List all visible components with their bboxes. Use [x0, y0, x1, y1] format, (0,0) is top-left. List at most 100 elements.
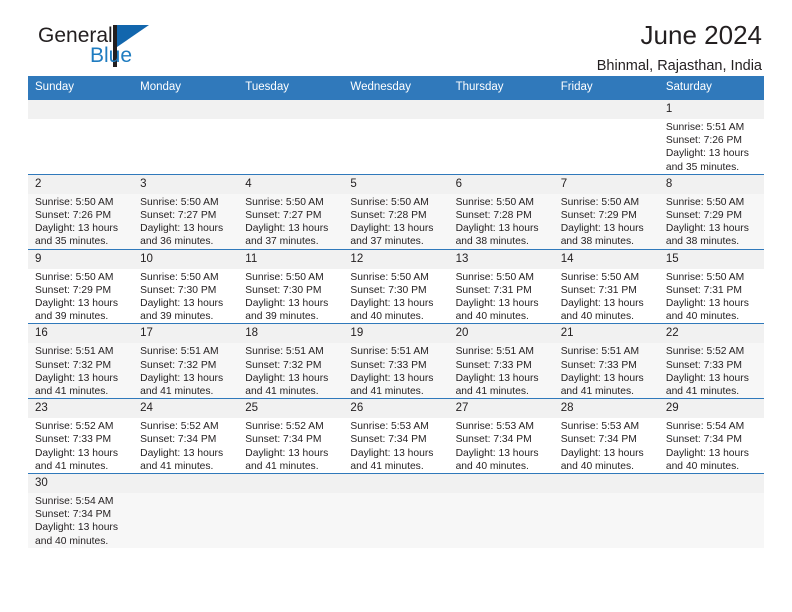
day-number: 25: [238, 399, 344, 419]
calendar-day-cell[interactable]: 18 Sunrise: 5:51 AM Sunset: 7:32 PM Dayligh…: [238, 323, 344, 399]
day-sun-info-line: Sunset: 7:30 PM: [140, 284, 217, 296]
day-sun-info-line: Sunset: 7:34 PM: [560, 434, 637, 446]
calendar-day-cell[interactable]: 19 Sunrise: 5:51 AM Sunset: 7:33 PM Dayligh…: [343, 323, 449, 399]
day-sun-info-line: and 41 minutes.: [665, 386, 740, 398]
page-title: June 2024: [640, 20, 762, 50]
calendar-day-cell[interactable]: 30 Sunrise: 5:54 AM Sunset: 7:34 PM Dayligh…: [28, 473, 134, 548]
day-sun-info-line: Daylight: 13 hours: [560, 372, 644, 384]
day-sun-info-line: Sunrise: 5:51 AM: [455, 346, 534, 358]
day-sun-info-line: Daylight: 13 hours: [455, 298, 539, 310]
day-sun-info-line: Daylight: 13 hours: [455, 223, 539, 235]
day-sun-info: Sunrise: 5:53 AM Sunset: 7:34 PM Daylight:…: [343, 418, 448, 473]
day-sun-info: Sunrise: 5:53 AM Sunset: 7:34 PM Daylight:…: [554, 418, 659, 473]
calendar-day-cell[interactable]: 11 Sunrise: 5:50 AM Sunset: 7:30 PM Dayligh…: [238, 248, 344, 324]
weekday-header-monday: Monday: [133, 76, 239, 100]
day-number: 11: [238, 249, 344, 269]
day-sun-info-line: Daylight: 13 hours: [35, 372, 118, 384]
day-sun-info-line: Sunrise: 5:51 AM: [140, 346, 219, 358]
calendar-day-cell[interactable]: 4 Sunrise: 5:50 AM Sunset: 7:27 PM Daylight…: [238, 173, 344, 250]
day-sun-info-line: Daylight: 13 hours: [245, 447, 329, 459]
day-sun-info-line: Daylight: 13 hours: [140, 372, 224, 384]
general-blue-logo: General Blue: [28, 22, 158, 72]
day-sun-info-line: Sunset: 7:34 PM: [140, 434, 217, 446]
day-sun-info-line: Sunrise: 5:50 AM: [350, 196, 429, 208]
calendar-day-cell[interactable]: 27 Sunrise: 5:53 AM Sunset: 7:34 PM Dayligh…: [448, 398, 554, 474]
calendar-day-cell[interactable]: 20 Sunrise: 5:51 AM Sunset: 7:33 PM Dayligh…: [448, 323, 554, 399]
day-number: 1: [658, 100, 764, 119]
day-sun-info: Sunrise: 5:50 AM Sunset: 7:29 PM Daylight:…: [554, 194, 659, 249]
calendar-empty-cell: [238, 473, 344, 548]
calendar-day-cell[interactable]: 3 Sunrise: 5:50 AM Sunset: 7:27 PM Daylight…: [133, 173, 239, 250]
day-sun-info-line: Daylight: 13 hours: [665, 298, 749, 310]
calendar-day-cell[interactable]: 22 Sunrise: 5:52 AM Sunset: 7:33 PM Dayligh…: [658, 323, 764, 399]
calendar-day-cell[interactable]: 25 Sunrise: 5:52 AM Sunset: 7:34 PM Dayligh…: [238, 398, 344, 474]
day-sun-info-line: Sunrise: 5:53 AM: [350, 421, 429, 433]
day-sun-info: Sunrise: 5:51 AM Sunset: 7:26 PM Daylight:…: [659, 119, 764, 174]
day-sun-info-line: and 41 minutes.: [350, 386, 424, 398]
day-sun-info-line: Sunrise: 5:53 AM: [455, 421, 534, 433]
day-sun-info-line: Daylight: 13 hours: [350, 447, 434, 459]
day-sun-info-line: Sunrise: 5:51 AM: [35, 346, 114, 358]
calendar-day-cell[interactable]: 29 Sunrise: 5:54 AM Sunset: 7:34 PM Dayligh…: [658, 398, 764, 474]
calendar-empty-cell: [448, 473, 554, 548]
page-subtitle: Bhinmal, Rajasthan, India: [596, 58, 762, 75]
calendar-day-cell[interactable]: 26 Sunrise: 5:53 AM Sunset: 7:34 PM Dayligh…: [343, 398, 449, 474]
day-sun-info-line: Sunset: 7:34 PM: [665, 434, 742, 446]
calendar-week-row: 1 Sunrise: 5:51 AM Sunset: 7:26 PM Daylight…: [28, 99, 764, 175]
day-sun-info-line: Daylight: 13 hours: [140, 447, 224, 459]
weekday-header-wednesday: Wednesday: [343, 76, 449, 100]
day-sun-info-line: Daylight: 13 hours: [350, 298, 434, 310]
day-sun-info-line: and 40 minutes.: [560, 311, 634, 323]
day-sun-info-line: Sunrise: 5:52 AM: [140, 421, 219, 433]
day-number: [553, 474, 659, 494]
weekday-header-friday: Friday: [553, 76, 659, 100]
day-sun-info-line: Sunset: 7:31 PM: [455, 284, 532, 296]
weekday-header-thursday: Thursday: [448, 76, 554, 100]
day-number: 5: [343, 174, 449, 194]
day-number: 12: [343, 249, 449, 269]
calendar-day-cell[interactable]: 24 Sunrise: 5:52 AM Sunset: 7:34 PM Dayligh…: [133, 398, 239, 474]
day-sun-info-line: Sunset: 7:29 PM: [560, 210, 637, 222]
calendar-day-cell[interactable]: 28 Sunrise: 5:53 AM Sunset: 7:34 PM Dayligh…: [553, 398, 659, 474]
day-sun-info-line: Sunset: 7:29 PM: [35, 284, 112, 296]
day-number: 15: [658, 249, 764, 269]
calendar-day-cell[interactable]: 10 Sunrise: 5:50 AM Sunset: 7:30 PM Dayligh…: [133, 248, 239, 324]
day-sun-info-line: and 40 minutes.: [455, 311, 529, 323]
day-sun-info-line: and 37 minutes.: [350, 236, 424, 248]
day-sun-info-line: and 40 minutes.: [455, 460, 529, 472]
day-sun-info: Sunrise: 5:50 AM Sunset: 7:29 PM Daylight:…: [659, 194, 764, 249]
day-sun-info-line: and 39 minutes.: [245, 311, 319, 323]
calendar-day-cell[interactable]: 5 Sunrise: 5:50 AM Sunset: 7:28 PM Daylight…: [343, 173, 449, 250]
title-block: June 2024 Bhinmal, Rajasthan, India: [596, 20, 764, 75]
calendar-day-cell[interactable]: 13 Sunrise: 5:50 AM Sunset: 7:31 PM Dayligh…: [448, 248, 554, 324]
day-number: [553, 100, 659, 119]
calendar-day-cell[interactable]: 14 Sunrise: 5:50 AM Sunset: 7:31 PM Dayligh…: [553, 248, 659, 324]
day-sun-info: Sunrise: 5:51 AM Sunset: 7:33 PM Daylight:…: [449, 343, 554, 398]
calendar-day-cell[interactable]: 15 Sunrise: 5:50 AM Sunset: 7:31 PM Dayligh…: [658, 248, 764, 324]
day-sun-info-line: Sunset: 7:27 PM: [140, 210, 217, 222]
day-sun-info-line: Sunrise: 5:50 AM: [140, 196, 219, 208]
day-sun-info-line: and 41 minutes.: [455, 386, 529, 398]
day-sun-info-line: Sunrise: 5:54 AM: [665, 421, 745, 433]
calendar-day-cell[interactable]: 8 Sunrise: 5:50 AM Sunset: 7:29 PM Daylight…: [658, 173, 764, 250]
calendar-day-cell[interactable]: 1 Sunrise: 5:51 AM Sunset: 7:26 PM Daylight…: [658, 99, 764, 175]
day-sun-info-line: Sunset: 7:34 PM: [245, 434, 322, 446]
calendar-day-cell[interactable]: 23 Sunrise: 5:52 AM Sunset: 7:33 PM Dayligh…: [28, 398, 134, 474]
day-sun-info-line: Sunset: 7:30 PM: [245, 284, 322, 296]
calendar-day-cell[interactable]: 17 Sunrise: 5:51 AM Sunset: 7:32 PM Dayligh…: [133, 323, 239, 399]
day-sun-info-line: Daylight: 13 hours: [665, 447, 749, 459]
day-sun-info-line: Sunset: 7:33 PM: [35, 434, 112, 446]
day-sun-info-line: Sunset: 7:26 PM: [35, 210, 112, 222]
calendar-day-cell[interactable]: 9 Sunrise: 5:50 AM Sunset: 7:29 PM Daylight…: [28, 248, 134, 324]
calendar-day-cell[interactable]: 6 Sunrise: 5:50 AM Sunset: 7:28 PM Daylight…: [448, 173, 554, 250]
day-sun-info-line: Sunrise: 5:50 AM: [35, 271, 114, 283]
day-sun-info-line: Sunrise: 5:50 AM: [140, 271, 219, 283]
day-sun-info-line: Daylight: 13 hours: [665, 148, 749, 160]
calendar-day-cell[interactable]: 7 Sunrise: 5:50 AM Sunset: 7:29 PM Daylight…: [553, 173, 659, 250]
calendar-day-cell[interactable]: 12 Sunrise: 5:50 AM Sunset: 7:30 PM Dayligh…: [343, 248, 449, 324]
day-sun-info: Sunrise: 5:51 AM Sunset: 7:33 PM Daylight:…: [343, 343, 448, 398]
calendar-day-cell[interactable]: 21 Sunrise: 5:51 AM Sunset: 7:33 PM Dayligh…: [553, 323, 659, 399]
calendar-day-cell[interactable]: 2 Sunrise: 5:50 AM Sunset: 7:26 PM Daylight…: [28, 173, 134, 250]
calendar-day-cell[interactable]: 16 Sunrise: 5:51 AM Sunset: 7:32 PM Dayligh…: [28, 323, 134, 399]
day-sun-info-line: and 41 minutes.: [140, 460, 214, 472]
